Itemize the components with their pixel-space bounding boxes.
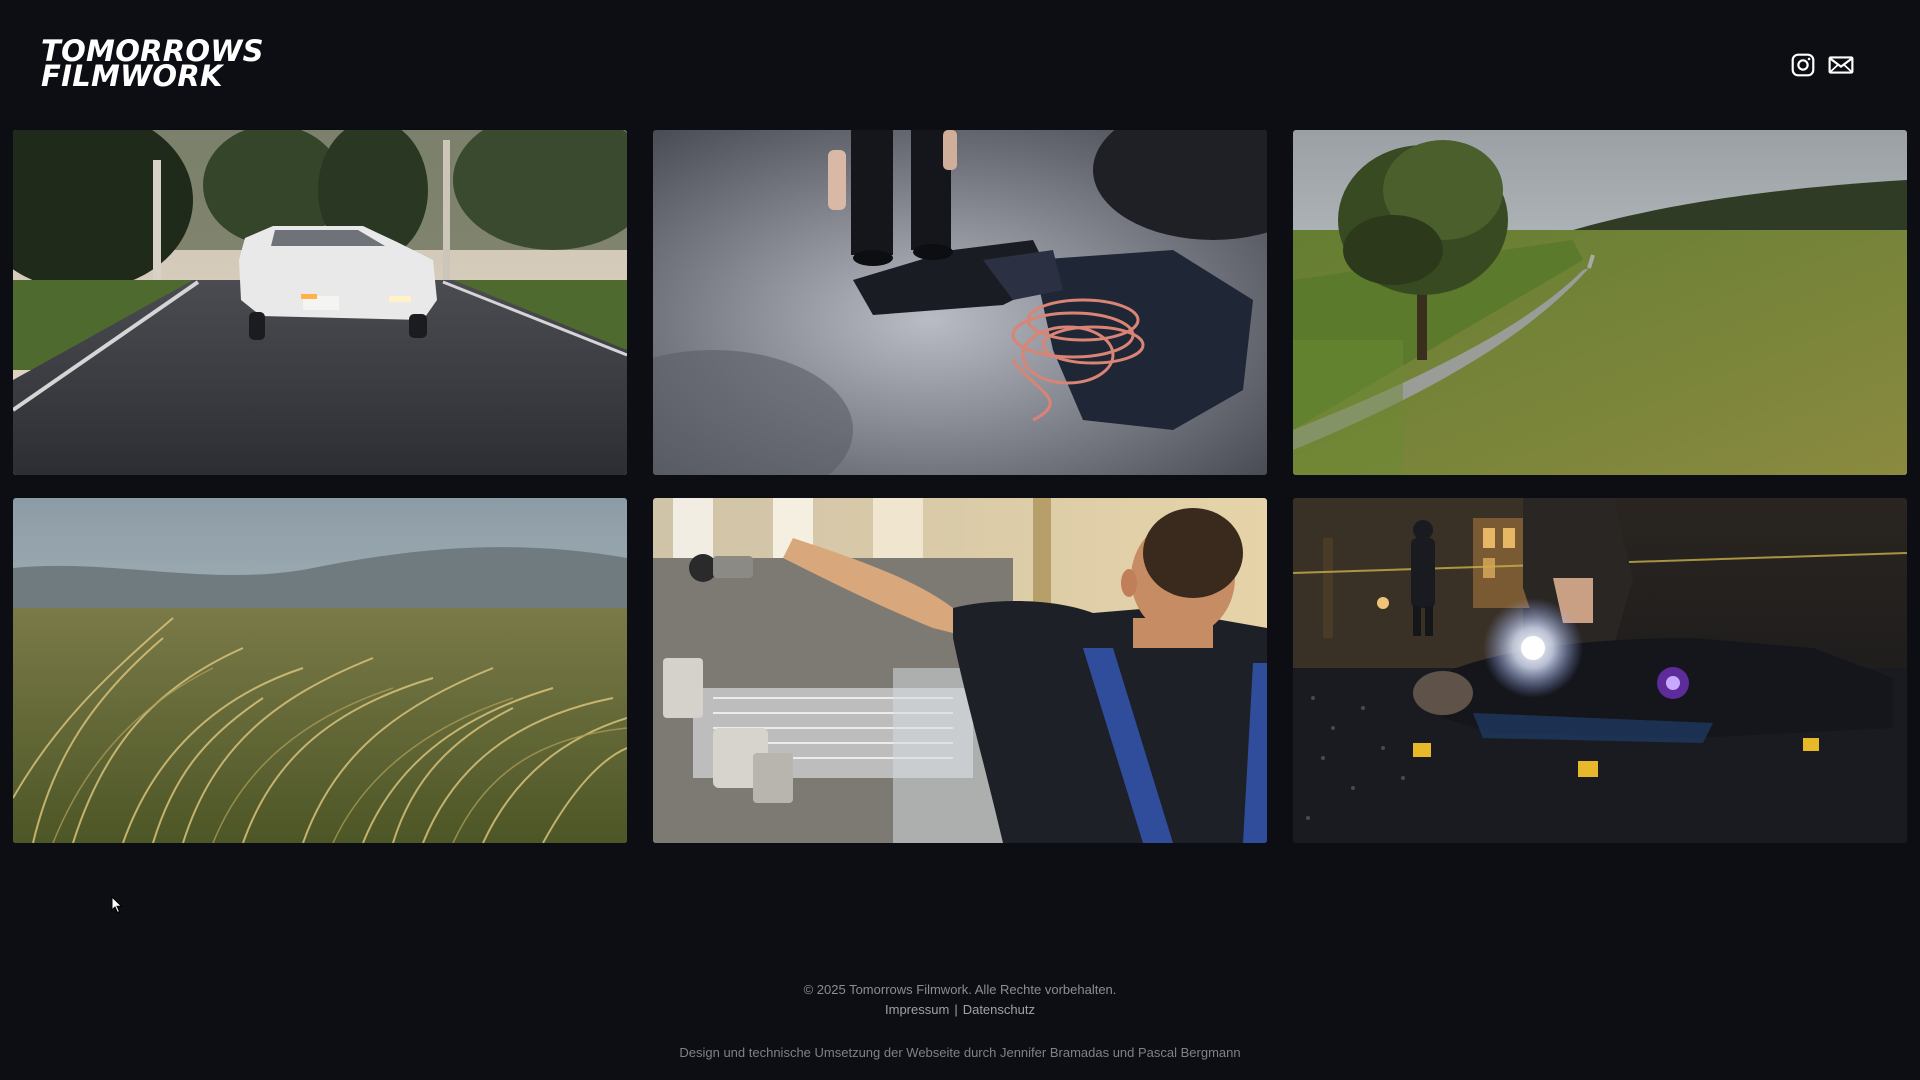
worker-thumbnail [653,498,1267,843]
gallery-tile-grass[interactable] [13,498,627,843]
field-thumbnail [1293,130,1907,475]
gallery-tile-car[interactable] [13,130,627,475]
legal-links: Impressum | Datenschutz [0,1000,1920,1020]
instagram-icon[interactable] [1790,52,1816,78]
car-thumbnail [13,130,627,475]
gallery-tile-climbing[interactable] [653,130,1267,475]
climbing-thumbnail [653,130,1267,475]
social-links [1790,52,1854,78]
grass-thumbnail [13,498,627,843]
datenschutz-link[interactable]: Datenschutz [963,1002,1035,1017]
site-footer: © 2025 Tomorrows Filmwork. Alle Rechte v… [0,980,1920,1063]
gallery-tile-crime-scene[interactable] [1293,498,1907,843]
site-header: TOMORROWS FILMWORK [0,0,1920,120]
mail-icon[interactable] [1828,52,1854,78]
site-logo[interactable]: TOMORROWS FILMWORK [41,37,264,91]
crime-scene-thumbnail [1293,498,1907,843]
gallery-tile-worker[interactable] [653,498,1267,843]
impressum-link[interactable]: Impressum [885,1002,949,1017]
mouse-pointer-icon [111,896,123,914]
credit-text: Design und technische Umsetzung der Webs… [679,1045,1241,1060]
gallery-tile-field[interactable] [1293,130,1907,475]
video-gallery [13,130,1909,843]
link-separator: | [954,1002,958,1017]
copyright-text: © 2025 Tomorrows Filmwork. Alle Rechte v… [803,982,1117,997]
